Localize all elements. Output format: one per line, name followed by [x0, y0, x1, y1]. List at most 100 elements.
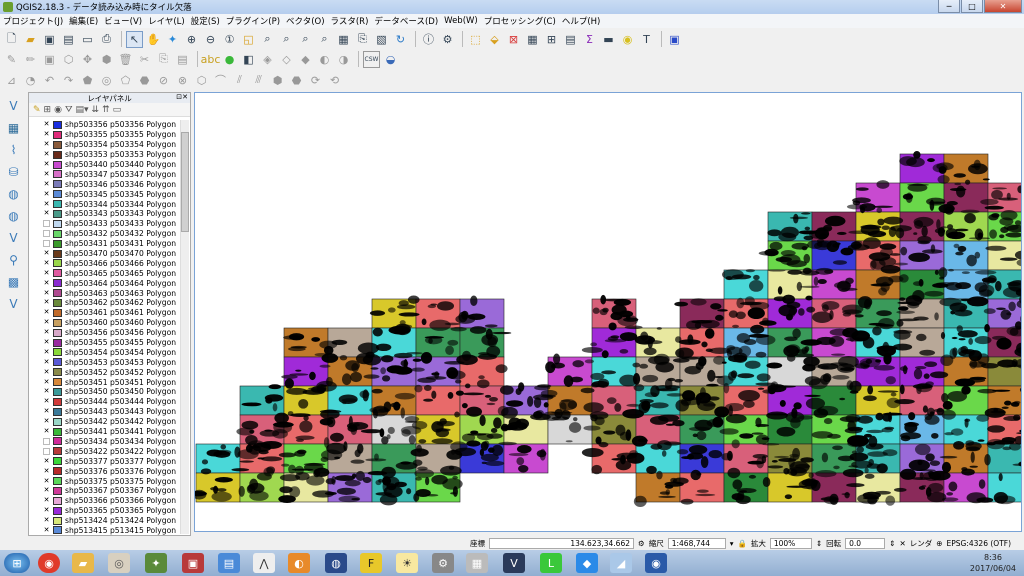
- expand-all-icon[interactable]: ⇊: [92, 105, 100, 115]
- reshape-icon[interactable]: ⬡: [193, 72, 210, 89]
- layer-visibility-checkbox[interactable]: [43, 240, 50, 248]
- layer-item[interactable]: ✕ shp503462 p503462 Polygon: [29, 298, 179, 308]
- layer-visibility-checkbox[interactable]: ✕: [43, 388, 50, 395]
- add-virtual-icon[interactable]: ▩: [5, 273, 22, 290]
- map-canvas[interactable]: [194, 92, 1022, 532]
- layer-visibility-checkbox[interactable]: [43, 447, 50, 455]
- layer-item[interactable]: ✕ shp503377 p503377 Polygon: [29, 456, 179, 466]
- layer-visibility-checkbox[interactable]: ✕: [43, 348, 50, 356]
- add-feature-icon[interactable]: ⬡: [60, 51, 77, 68]
- start-button[interactable]: ⊞: [4, 553, 30, 573]
- layer-visibility-checkbox[interactable]: ✕: [43, 339, 50, 346]
- move-feature-icon[interactable]: ✥: [79, 51, 96, 68]
- layer-item[interactable]: ✕ shp503353 p503353 Polygon: [29, 150, 179, 160]
- layer-item[interactable]: shp503422 p503422 Polygon: [29, 446, 179, 456]
- menu-layer[interactable]: レイヤ(L): [145, 15, 188, 27]
- attribute-table-icon[interactable]: ▦: [524, 31, 541, 48]
- sum-icon[interactable]: Σ: [581, 31, 598, 48]
- layer-item[interactable]: ✕ shp503444 p503444 Polygon: [29, 397, 179, 407]
- change-label-icon[interactable]: ◑: [335, 51, 352, 68]
- menu-raster[interactable]: ラスタ(R): [328, 15, 372, 27]
- zoom-last-icon[interactable]: ⌕: [297, 31, 314, 48]
- magnifier-field[interactable]: 100%: [769, 537, 812, 549]
- crs-globe-icon[interactable]: ⊕: [936, 539, 942, 548]
- zoom-next-icon[interactable]: ⌕: [316, 31, 333, 48]
- layer-item[interactable]: ✕ shp503345 p503345 Polygon: [29, 189, 179, 199]
- layer-item[interactable]: ✕ shp503442 p503442 Polygon: [29, 417, 179, 427]
- layer-item[interactable]: shp503433 p503433 Polygon: [29, 219, 179, 229]
- add-wfs-icon[interactable]: V: [5, 229, 22, 246]
- rotation-icon[interactable]: ◔: [22, 72, 39, 89]
- layer-item[interactable]: ✕ shp503354 p503354 Polygon: [29, 140, 179, 150]
- merge-features-icon[interactable]: ⬢: [269, 72, 286, 89]
- layer-item[interactable]: ✕ shp503356 p503356 Polygon: [29, 120, 179, 130]
- layer-item[interactable]: ✕ shp503455 p503455 Polygon: [29, 338, 179, 348]
- layer-item[interactable]: shp503432 p503432 Polygon: [29, 229, 179, 239]
- inkscape-icon[interactable]: ⋀: [253, 553, 275, 573]
- menu-web[interactable]: Web(W): [441, 16, 481, 26]
- label-icon[interactable]: abc: [201, 51, 221, 68]
- coordinate-toggle-icon[interactable]: ⚙: [638, 539, 645, 548]
- delete-ring-icon[interactable]: ⊘: [155, 72, 172, 89]
- style-icon[interactable]: ●: [221, 51, 238, 68]
- simplify-icon[interactable]: ⬟: [79, 72, 96, 89]
- layer-visibility-checkbox[interactable]: ✕: [43, 517, 50, 524]
- save-edits-icon[interactable]: ▣: [41, 51, 58, 68]
- layer-visibility-checkbox[interactable]: [43, 230, 50, 238]
- layer-visibility-checkbox[interactable]: ✕: [43, 170, 50, 178]
- identify-icon[interactable]: ⓘ: [420, 31, 437, 48]
- explorer-icon[interactable]: ▰: [72, 553, 94, 573]
- layer-item[interactable]: ✕ shp503355 p503355 Polygon: [29, 130, 179, 140]
- refresh-icon[interactable]: ↻: [392, 31, 409, 48]
- node-tool-icon[interactable]: ⬢: [98, 51, 115, 68]
- pan-touch-icon[interactable]: ↖: [126, 30, 143, 48]
- layer-visibility-checkbox[interactable]: ✕: [43, 507, 50, 514]
- layer-visibility-checkbox[interactable]: ✕: [43, 259, 50, 267]
- layer-item[interactable]: ✕ shp503456 p503456 Polygon: [29, 328, 179, 338]
- rotate-symbols-icon[interactable]: ⟳: [307, 72, 324, 89]
- show-label-icon[interactable]: ◇: [278, 51, 295, 68]
- app-icon-7[interactable]: ☀: [396, 553, 418, 573]
- layer-visibility-checkbox[interactable]: ✕: [43, 151, 50, 158]
- menu-processing[interactable]: プロセッシング(C): [481, 15, 559, 27]
- layer-item[interactable]: ✕ shp503464 p503464 Polygon: [29, 278, 179, 288]
- open-project-icon[interactable]: ▰: [22, 31, 39, 48]
- layer-visibility-checkbox[interactable]: ✕: [43, 190, 50, 198]
- layer-visibility-checkbox[interactable]: ✕: [43, 309, 50, 316]
- delete-part-icon[interactable]: ⊗: [174, 72, 191, 89]
- add-vector-icon[interactable]: V: [5, 97, 22, 114]
- add-spatialite-icon[interactable]: ◍: [5, 185, 22, 202]
- layer-item[interactable]: ✕ shp503443 p503443 Polygon: [29, 407, 179, 417]
- add-raster-icon[interactable]: ▦: [5, 119, 22, 136]
- zoom-out-icon[interactable]: ⊖: [202, 31, 219, 48]
- layer-visibility-checkbox[interactable]: ✕: [43, 210, 50, 217]
- redo-icon[interactable]: ↷: [60, 72, 77, 89]
- layer-item[interactable]: ✕ shp513415 p513415 Polygon: [29, 526, 179, 536]
- layer-item[interactable]: ✕ shp503346 p503346 Polygon: [29, 179, 179, 189]
- layer-item[interactable]: ✕ shp503347 p503347 Polygon: [29, 169, 179, 179]
- lock-icon[interactable]: 🔒: [738, 539, 747, 548]
- menu-view[interactable]: ビュー(V): [101, 15, 145, 27]
- minimize-button[interactable]: ─: [938, 0, 960, 13]
- layer-visibility-checkbox[interactable]: ✕: [43, 299, 50, 306]
- layer-visibility-checkbox[interactable]: ✕: [43, 497, 50, 504]
- move-label-icon[interactable]: ◆: [297, 51, 314, 68]
- layer-item[interactable]: ✕ shp503452 p503452 Polygon: [29, 367, 179, 377]
- edit-pencil-icon[interactable]: ✎: [3, 51, 20, 68]
- pan-to-selection-icon[interactable]: ✦: [164, 31, 181, 48]
- blender-icon[interactable]: ◐: [288, 553, 310, 573]
- field-calculator-icon[interactable]: ⊞: [543, 31, 560, 48]
- app-icon-1[interactable]: ◎: [108, 553, 130, 573]
- layer-visibility-checkbox[interactable]: ✕: [43, 200, 50, 208]
- save-as-icon[interactable]: ▤: [60, 31, 77, 48]
- layer-visibility-checkbox[interactable]: ✕: [43, 121, 50, 128]
- layer-item[interactable]: shp503431 p503431 Polygon: [29, 239, 179, 249]
- menu-project[interactable]: プロジェクト(J): [0, 15, 66, 27]
- add-postgis-icon[interactable]: ⛁: [5, 163, 22, 180]
- layer-visibility-checkbox[interactable]: ✕: [43, 358, 50, 366]
- layer-item[interactable]: ✕ shp503366 p503366 Polygon: [29, 496, 179, 506]
- copy-icon[interactable]: ⎘: [155, 51, 172, 68]
- measure-icon[interactable]: ⚙: [439, 31, 456, 48]
- split-parts-icon[interactable]: ⫻: [250, 72, 267, 89]
- layer-item[interactable]: ✕ shp503466 p503466 Polygon: [29, 258, 179, 268]
